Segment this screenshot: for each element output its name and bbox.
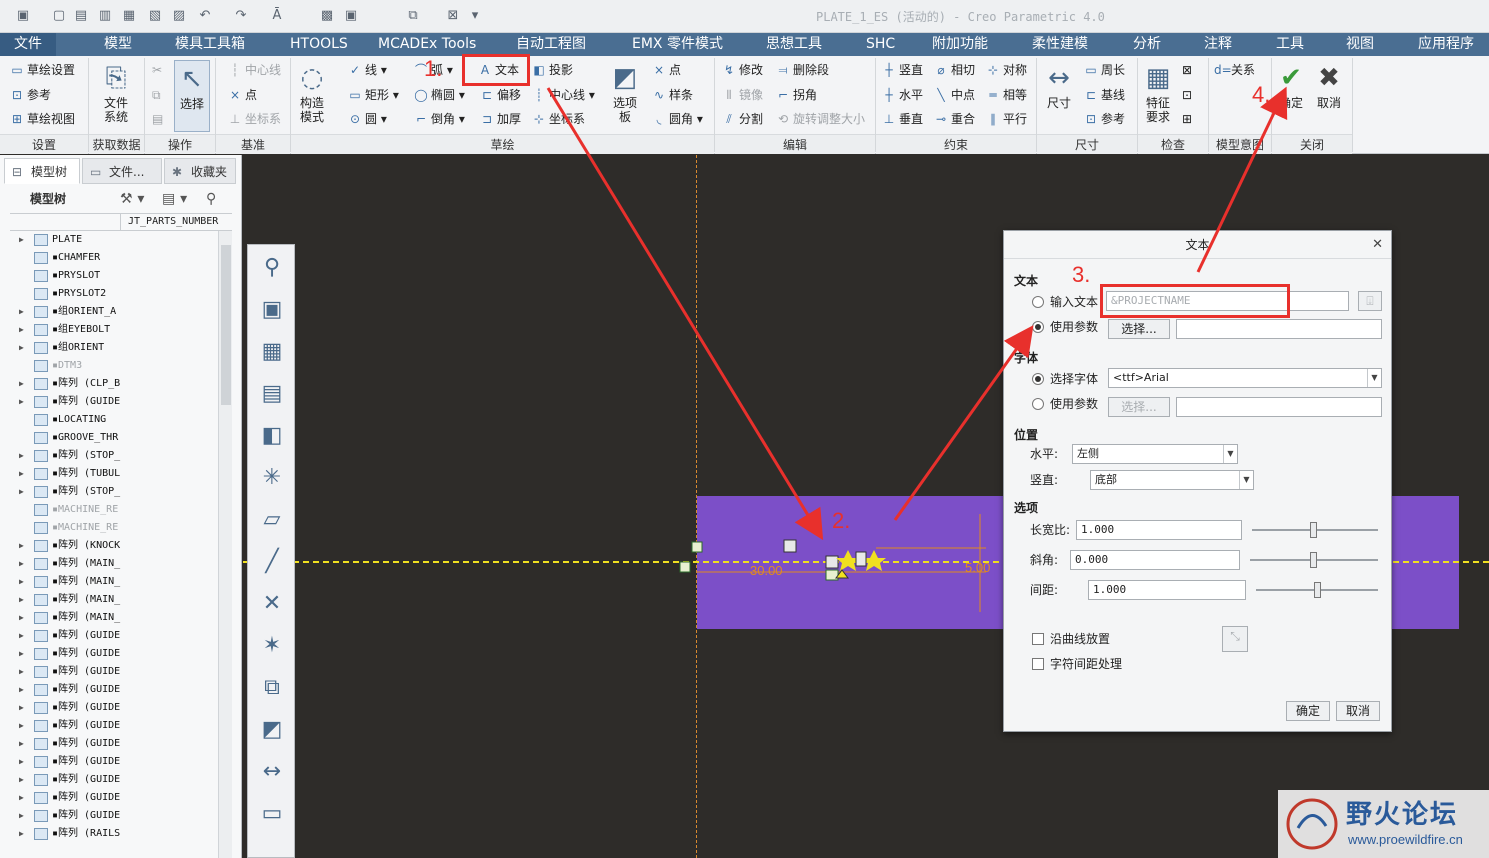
arrow-2-to-3	[893, 325, 1034, 521]
watermark-url: www.proewildfire.cn	[1348, 832, 1463, 847]
arrow-3-to-4	[1196, 86, 1288, 273]
watermark-logo	[1286, 798, 1338, 850]
annotation-arrows	[546, 86, 1288, 541]
arrow-1-to-2	[546, 87, 824, 541]
watermark: 野火论坛 www.proewildfire.cn	[1278, 790, 1489, 858]
watermark-title: 野火论坛	[1346, 800, 1459, 830]
